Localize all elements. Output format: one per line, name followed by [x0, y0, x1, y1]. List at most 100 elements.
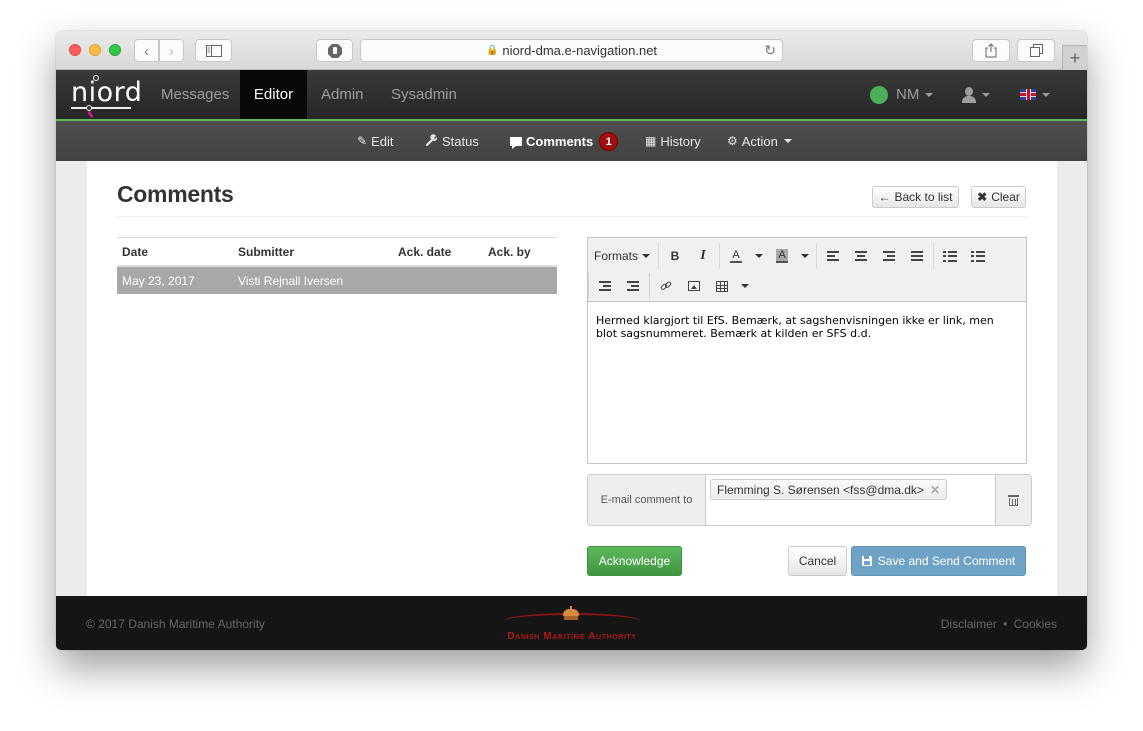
disclaimer-link[interactable]: Disclaimer	[941, 617, 997, 631]
insert-link-button[interactable]	[652, 273, 680, 299]
uk-flag-icon	[1020, 89, 1036, 100]
zoom-window-button[interactable]	[109, 44, 121, 56]
column-header-date[interactable]: Date	[117, 245, 234, 259]
logo-pin	[87, 110, 94, 119]
logo-text: niord	[71, 77, 143, 108]
tab-edit[interactable]: ✎ Edit	[357, 121, 393, 161]
formats-label: Formats	[594, 249, 639, 263]
insert-image-button[interactable]	[680, 273, 708, 299]
background-color-button[interactable]: A	[768, 243, 796, 269]
align-right-button[interactable]	[875, 243, 903, 269]
align-left-button[interactable]	[819, 243, 847, 269]
main-content: Comments ← Back to list ✖ Clear Date Sub…	[87, 161, 1057, 596]
text-color-button[interactable]: A	[722, 243, 750, 269]
back-nav-button[interactable]: ‹	[134, 39, 159, 62]
wrench-icon	[425, 133, 438, 149]
outdent-button[interactable]	[591, 273, 619, 299]
language-menu[interactable]	[1020, 70, 1050, 119]
editor-content[interactable]: Hermed klargjort til EfS. Bemærk, at sag…	[596, 314, 1016, 340]
cell-date: May 23, 2017	[122, 273, 195, 288]
cancel-button[interactable]: Cancel	[788, 546, 847, 576]
column-header-submitter[interactable]: Submitter	[234, 245, 394, 259]
show-tabs-button[interactable]	[1017, 39, 1055, 62]
action-menu[interactable]: ⚙ Action	[727, 121, 792, 161]
minimize-window-button[interactable]	[89, 44, 101, 56]
bold-icon: B	[670, 249, 680, 263]
calendar-icon: ▦	[645, 134, 657, 148]
clear-label: Clear	[991, 190, 1020, 204]
shield-icon	[327, 43, 342, 58]
domain-menu[interactable]: NM	[870, 70, 934, 119]
formats-dropdown[interactable]: Formats	[588, 243, 656, 269]
text-color-dropdown[interactable]	[750, 243, 768, 269]
italic-button[interactable]: I	[689, 243, 717, 269]
background-color-dropdown[interactable]	[796, 243, 814, 269]
nav-editor[interactable]: Editor	[240, 70, 307, 119]
floppy-disk-icon	[861, 556, 872, 566]
share-button[interactable]	[972, 39, 1010, 62]
close-window-button[interactable]	[69, 44, 81, 56]
column-header-ack-by[interactable]: Ack. by	[484, 245, 557, 259]
indent-button[interactable]	[619, 273, 647, 299]
comment-editor: Formats B I A A Hermed klargjort til EfS…	[587, 237, 1027, 464]
bold-button[interactable]: B	[661, 243, 689, 269]
email-recipients-input[interactable]: Flemming S. Sørensen <fss@dma.dk> ✕	[706, 475, 996, 525]
table-dropdown[interactable]	[736, 273, 754, 299]
clear-recipients-button[interactable]	[995, 475, 1031, 525]
user-icon	[962, 86, 976, 103]
bullet-list-button[interactable]	[936, 243, 964, 269]
dma-logo[interactable]: Danish Maritime Authority	[492, 604, 652, 644]
align-justify-button[interactable]	[903, 243, 931, 269]
remove-recipient-icon[interactable]: ✕	[930, 483, 940, 497]
recipient-label: Flemming S. Sørensen <fss@dma.dk>	[717, 482, 924, 497]
table-icon	[716, 280, 728, 292]
nav-messages[interactable]: Messages	[147, 70, 243, 119]
caret-down-icon	[642, 254, 651, 258]
sidebar-toggle-button[interactable]	[195, 39, 232, 62]
acknowledge-button[interactable]: Acknowledge	[587, 546, 682, 576]
tab-history[interactable]: ▦ History	[645, 121, 701, 161]
caret-down-icon	[982, 92, 990, 97]
insert-table-button[interactable]	[708, 273, 736, 299]
image-icon	[688, 281, 700, 291]
table-row[interactable]: May 23, 2017 Visti Rejnall Iversen	[117, 267, 557, 294]
tab-label: Action	[741, 133, 778, 149]
align-center-button[interactable]	[847, 243, 875, 269]
user-menu[interactable]	[962, 70, 990, 119]
forward-nav-button[interactable]: ›	[159, 39, 184, 62]
page-title: Comments	[117, 181, 234, 207]
comment-count-badge: 1	[599, 131, 619, 151]
tab-status[interactable]: Status	[425, 121, 479, 161]
caret-down-icon	[801, 254, 810, 258]
align-justify-icon	[911, 251, 924, 261]
chevron-right-icon: ›	[169, 42, 174, 59]
reload-icon[interactable]: ↻	[764, 42, 776, 59]
cookies-link[interactable]: Cookies	[1014, 617, 1057, 631]
save-and-send-button[interactable]: Save and Send Comment	[851, 546, 1026, 576]
align-center-icon	[855, 251, 868, 261]
nav-admin[interactable]: Admin	[307, 70, 378, 119]
tab-comments[interactable]: Comments 1	[510, 121, 619, 161]
caret-down-icon	[755, 254, 764, 258]
indent-icon	[627, 281, 639, 291]
clear-button[interactable]: ✖ Clear	[971, 186, 1026, 208]
crown-icon	[562, 606, 580, 620]
lock-icon: 🔒	[485, 45, 499, 56]
title-divider	[117, 216, 1027, 217]
caret-down-icon	[925, 92, 934, 97]
align-left-icon	[827, 251, 840, 261]
column-header-ack-date[interactable]: Ack. date	[394, 245, 484, 259]
logo-underline	[71, 107, 131, 109]
numbered-list-button[interactable]	[964, 243, 992, 269]
email-recipients-group: E-mail comment to Flemming S. Sørensen <…	[587, 474, 1032, 526]
niord-logo[interactable]: niord	[70, 74, 142, 119]
new-tab-button[interactable]: +	[1062, 45, 1087, 70]
comments-table: Date Submitter Ack. date Ack. by May 23,…	[117, 237, 557, 294]
pencil-icon: ✎	[357, 134, 368, 148]
tabs-icon	[1029, 44, 1043, 57]
privacy-button[interactable]	[316, 39, 353, 62]
toolbar-separator	[719, 243, 721, 269]
back-to-list-button[interactable]: ← Back to list	[872, 186, 959, 208]
nav-sysadmin[interactable]: Sysadmin	[377, 70, 471, 119]
address-bar[interactable]: 🔒 niord-dma.e-navigation.net ↻	[360, 39, 783, 62]
